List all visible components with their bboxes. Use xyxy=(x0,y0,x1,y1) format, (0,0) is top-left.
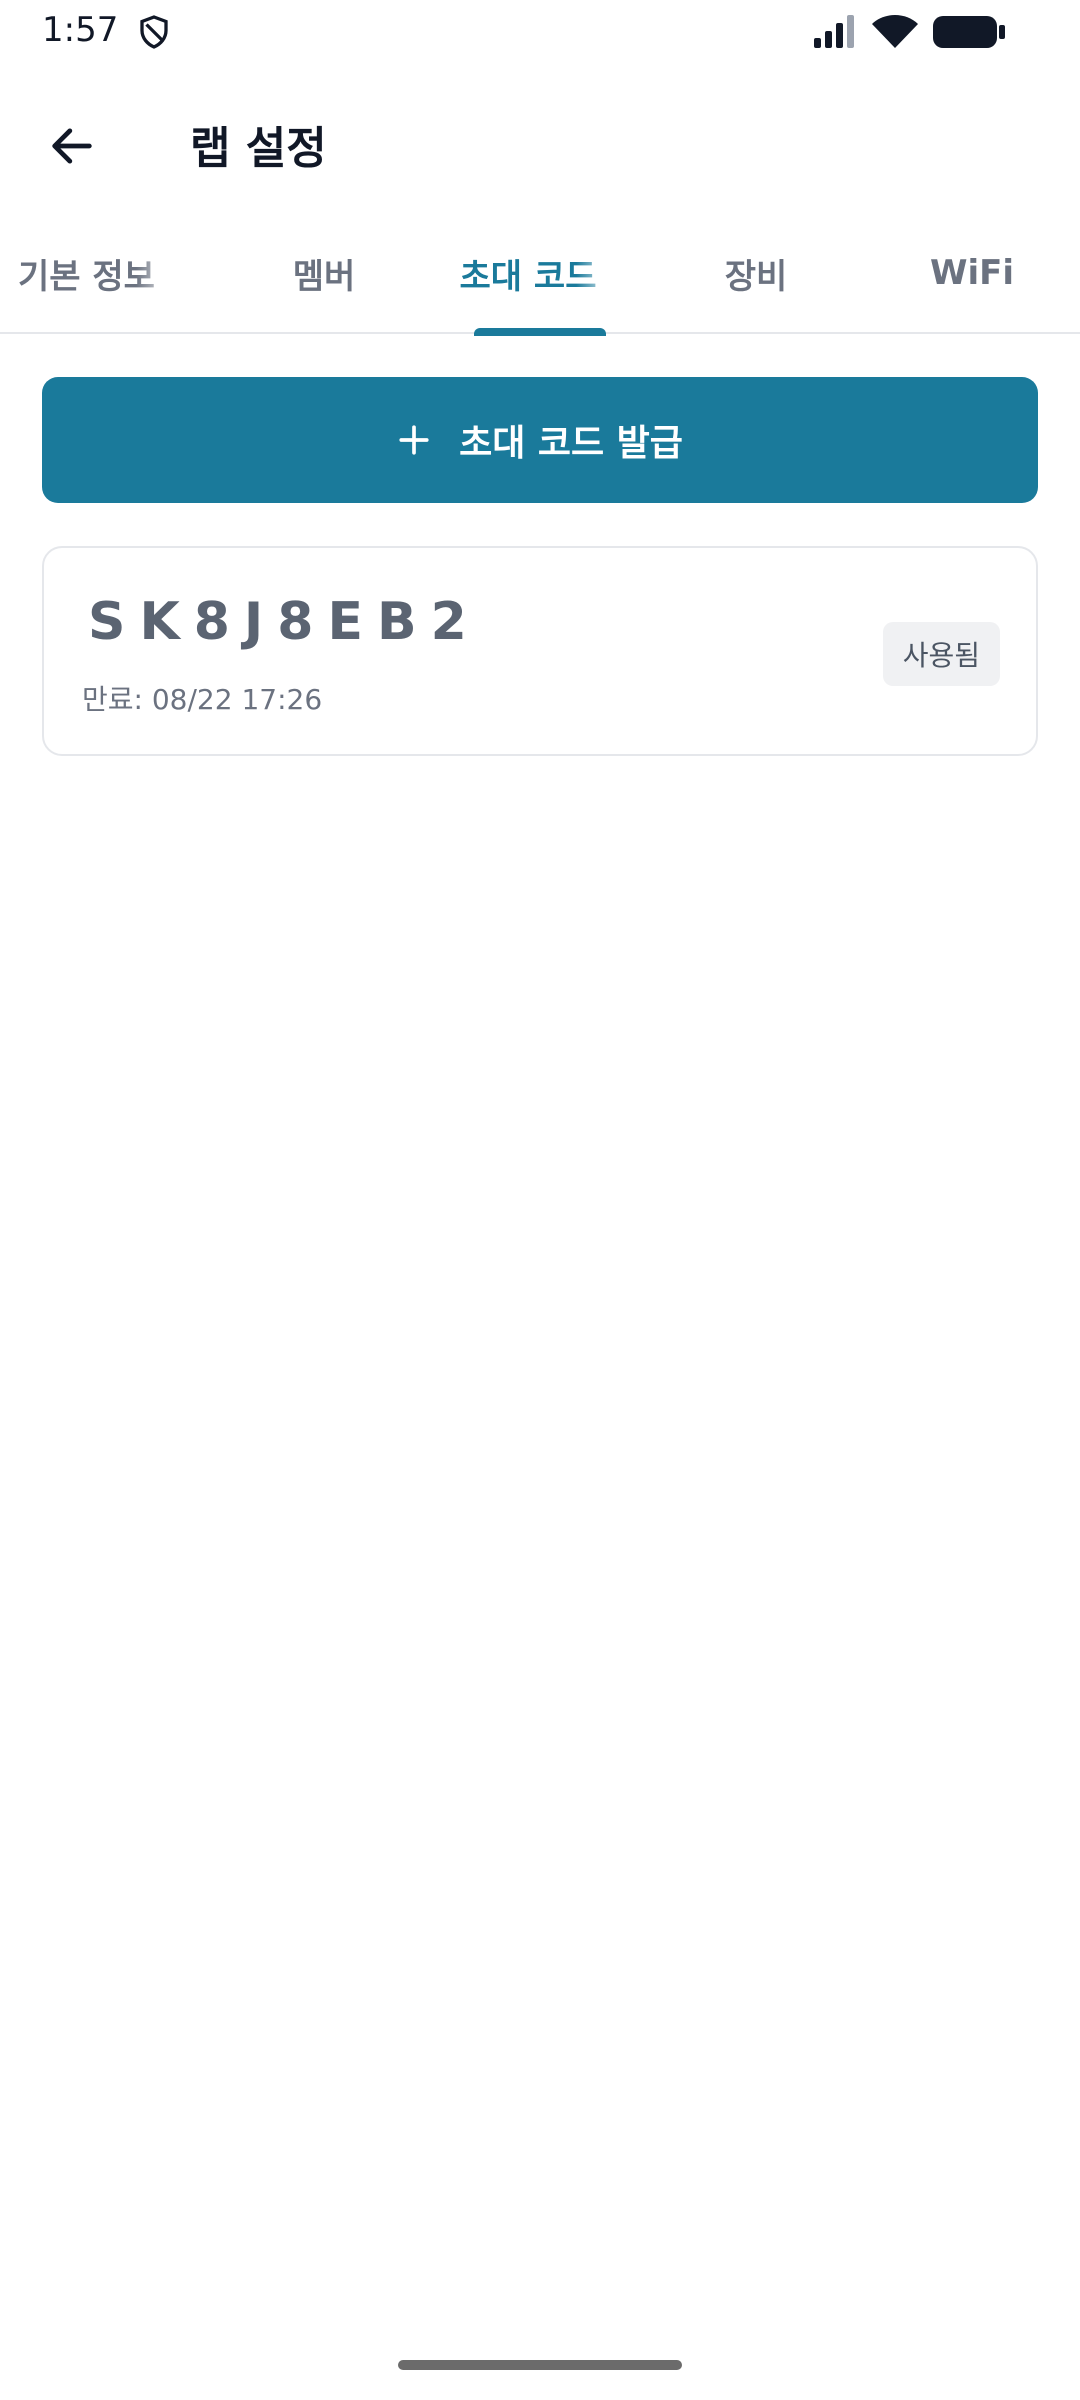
top-app-bar: 랩 설정 xyxy=(0,64,1080,214)
tab-bar: 기본 정보 멤버 초대 코드 장비 WiFi xyxy=(0,214,1080,336)
expiry-text: 만료: 08/22 17:26 xyxy=(82,683,323,716)
issue-invite-code-button[interactable]: 초대 코드 발급 xyxy=(42,377,1038,503)
invite-code: SK8J8EB2 xyxy=(88,592,481,652)
tab-basic-info[interactable]: 기본 정보 xyxy=(0,214,176,332)
signal-icon xyxy=(814,15,854,48)
tab-invite-code[interactable]: 초대 코드 xyxy=(440,214,616,332)
status-time: 1:57 xyxy=(42,10,119,50)
tab-label: 멤버 xyxy=(292,256,356,297)
arrow-left-icon xyxy=(52,128,92,164)
tab-wifi[interactable]: WiFi xyxy=(872,214,1072,332)
invite-code-card[interactable]: SK8J8EB2 만료: 08/22 17:26 사용됨 xyxy=(42,546,1038,756)
page-title: 랩 설정 xyxy=(190,123,327,174)
active-tab-indicator xyxy=(474,328,606,336)
shield-icon xyxy=(140,15,168,49)
wifi-icon xyxy=(872,15,918,48)
tab-equipment[interactable]: 장비 xyxy=(656,214,856,332)
status-bar: 1:57 xyxy=(0,0,1080,64)
tab-label: 기본 정보 xyxy=(18,256,155,297)
tab-members[interactable]: 멤버 xyxy=(224,214,424,332)
tab-label: WiFi xyxy=(929,253,1015,293)
home-indicator[interactable] xyxy=(398,2360,682,2370)
tab-label: 장비 xyxy=(724,256,788,297)
status-badge: 사용됨 xyxy=(882,622,1000,686)
plus-icon xyxy=(399,425,429,455)
battery-icon xyxy=(933,16,1005,48)
back-button[interactable] xyxy=(30,104,114,188)
issue-button-label: 초대 코드 발급 xyxy=(459,423,683,464)
